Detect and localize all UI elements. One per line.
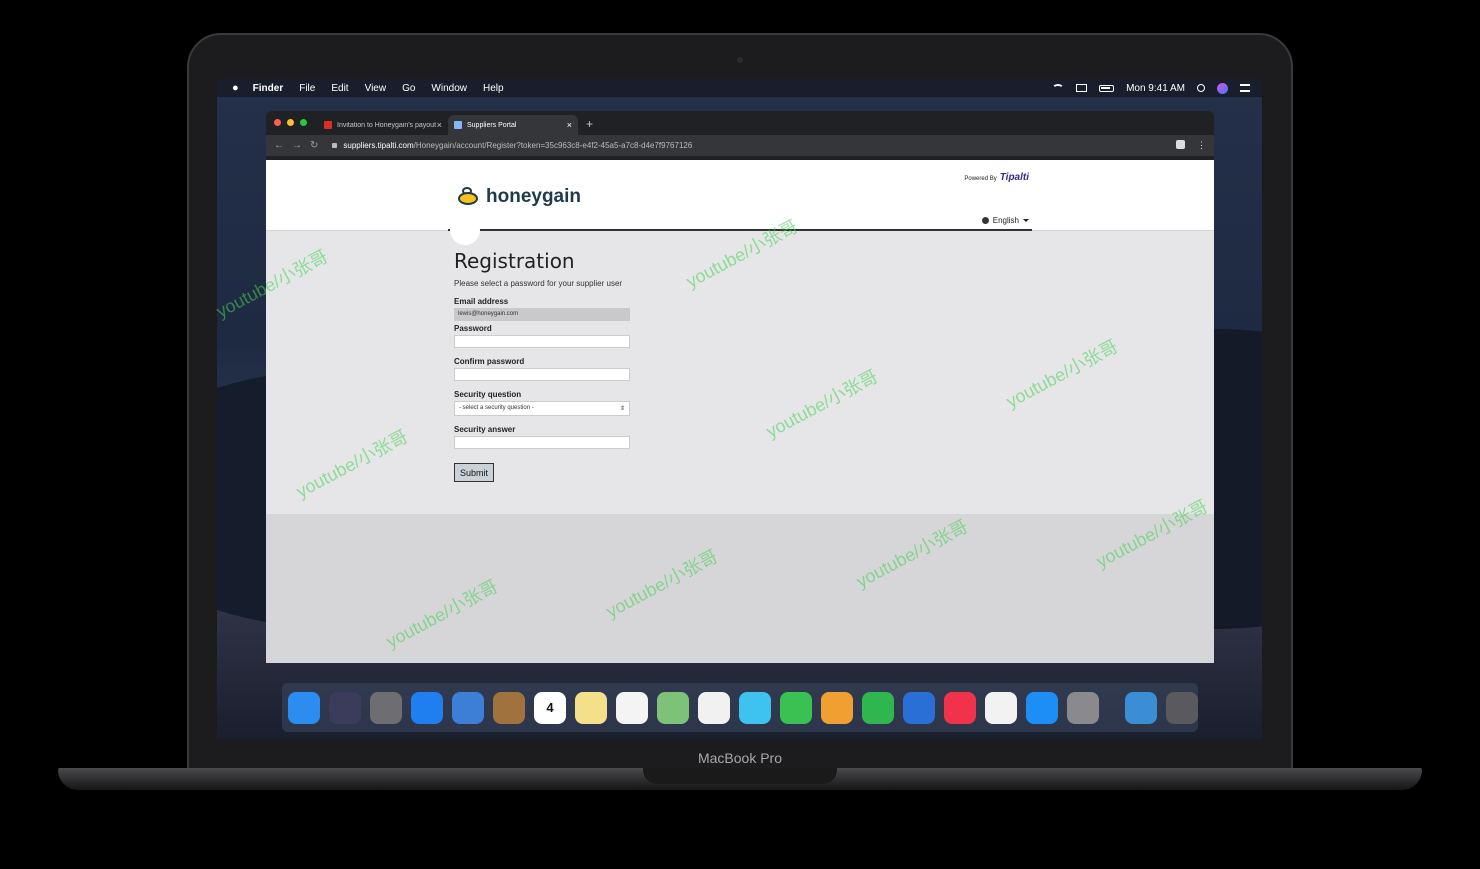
tab-title: Suppliers Portal <box>467 121 517 129</box>
back-icon[interactable]: ← <box>274 140 284 151</box>
reminders-icon[interactable] <box>616 691 648 724</box>
battery-icon[interactable] <box>1099 84 1115 92</box>
security-question-select[interactable]: - select a security question - ⇕ <box>454 401 630 416</box>
language-label: English <box>992 216 1019 225</box>
finder-icon[interactable] <box>288 691 320 724</box>
maps-icon[interactable] <box>657 691 689 724</box>
safari-icon[interactable] <box>411 691 443 724</box>
tab-close-icon[interactable]: × <box>437 120 442 130</box>
tab-invitation[interactable]: Invitation to Honeygain's payout × <box>318 115 448 135</box>
caret-down-icon <box>1023 219 1029 222</box>
password-label: Password <box>454 324 492 333</box>
device-brand-label: MacBook Pro <box>697 750 783 766</box>
zoom-window-icon[interactable] <box>300 119 307 126</box>
submit-button[interactable]: Submit <box>454 463 494 482</box>
confirm-password-label: Confirm password <box>454 357 525 366</box>
security-question-label: Security question <box>454 390 522 399</box>
gmail-icon <box>324 121 332 129</box>
tipalti-logo: Tipalti <box>999 172 1029 183</box>
url-host: suppliers.tipalti.com <box>343 141 414 150</box>
menu-go[interactable]: Go <box>402 83 415 94</box>
music-icon[interactable] <box>985 691 1017 724</box>
siri-icon[interactable] <box>329 691 361 724</box>
numbers-icon[interactable] <box>862 691 894 724</box>
page-header: honeygain Powered By Tipalti English <box>266 160 1214 231</box>
url-path: /Honeygain/account/Register?token=35c963… <box>413 141 693 150</box>
news-icon[interactable] <box>944 691 976 724</box>
registration-panel: Registration Please select a password fo… <box>266 225 1214 514</box>
mail-icon[interactable] <box>452 691 484 724</box>
messages-icon[interactable] <box>739 691 771 724</box>
confirm-password-field[interactable] <box>454 368 630 381</box>
globe-icon <box>981 217 989 224</box>
tab-bar: Invitation to Honeygain's payout × Suppl… <box>266 111 1214 135</box>
notes-icon[interactable] <box>575 691 607 724</box>
contacts-icon[interactable] <box>493 691 525 724</box>
close-window-icon[interactable] <box>274 119 281 126</box>
reload-icon[interactable]: ↻ <box>310 140 318 151</box>
calendar-icon[interactable]: 4 <box>534 691 566 724</box>
facetime-icon[interactable] <box>780 691 812 724</box>
logo-text: honeygain <box>486 186 582 207</box>
email-field: lewis@honeygain.com <box>454 308 630 321</box>
page-title: Registration <box>454 249 575 273</box>
url-field[interactable]: suppliers.tipalti.com/Honeygain/account/… <box>332 141 692 150</box>
page-subtitle: Please select a password for your suppli… <box>454 279 623 288</box>
menu-help[interactable]: Help <box>483 83 504 94</box>
pages-icon[interactable] <box>821 691 853 724</box>
address-bar: ← → ↻ suppliers.tipalti.com/Honeygain/ac… <box>266 135 1214 156</box>
dock: 4 <box>282 683 1198 732</box>
language-selector[interactable]: English <box>981 216 1029 225</box>
trash-icon[interactable] <box>1166 691 1198 724</box>
browser-window: Invitation to Honeygain's payout × Suppl… <box>266 111 1214 663</box>
forward-icon[interactable]: → <box>292 140 302 151</box>
screen: ● Finder File Edit View Go Window Help M… <box>217 79 1262 739</box>
menu-edit[interactable]: Edit <box>331 83 348 94</box>
spotlight-icon[interactable] <box>1197 84 1205 92</box>
password-field[interactable] <box>454 335 630 348</box>
tab-title: Invitation to Honeygain's payout <box>337 121 437 129</box>
menu-view[interactable]: View <box>365 83 387 94</box>
app-store-icon[interactable] <box>1026 691 1058 724</box>
wifi-icon[interactable] <box>1052 83 1065 93</box>
tab-close-icon[interactable]: × <box>567 120 572 130</box>
registration-form: Registration Please select a password fo… <box>454 249 630 482</box>
photos-icon[interactable] <box>698 691 730 724</box>
calendar-day: 4 <box>546 700 554 715</box>
email-label: Email address <box>454 297 509 306</box>
powered-by: Powered By Tipalti <box>964 172 1029 183</box>
select-arrows-icon: ⇕ <box>619 406 625 412</box>
menu-finder[interactable]: Finder <box>253 83 284 94</box>
laptop-notch <box>643 768 837 784</box>
menu-window[interactable]: Window <box>431 83 467 94</box>
system-preferences-icon[interactable] <box>1067 691 1099 724</box>
tab-suppliers-portal[interactable]: Suppliers Portal × <box>448 115 578 135</box>
security-question-value: - select a security question - <box>459 405 534 411</box>
powered-by-label: Powered By <box>964 176 997 182</box>
downloads-folder-icon[interactable] <box>1125 691 1157 724</box>
new-tab-button[interactable]: + <box>586 117 593 131</box>
menu-file[interactable]: File <box>299 83 315 94</box>
clock[interactable]: Mon 9:41 AM <box>1126 83 1185 94</box>
honeygain-logo[interactable]: honeygain <box>454 186 581 208</box>
web-page: honeygain Powered By Tipalti English Reg… <box>266 160 1214 663</box>
apple-menu-icon[interactable]: ● <box>232 82 239 94</box>
page-icon <box>454 121 462 129</box>
security-answer-field[interactable] <box>454 436 630 449</box>
camera <box>737 57 743 63</box>
security-answer-label: Security answer <box>454 425 516 434</box>
siri-icon[interactable] <box>1217 82 1228 94</box>
minimize-window-icon[interactable] <box>287 119 294 126</box>
more-menu-icon[interactable]: ⋮ <box>1197 140 1206 151</box>
bee-icon <box>454 187 480 207</box>
decorative-circle <box>450 225 480 245</box>
profile-icon[interactable] <box>1176 140 1185 149</box>
airplay-icon[interactable] <box>1076 84 1088 92</box>
keynote-icon[interactable] <box>903 691 935 724</box>
menu-bar: ● Finder File Edit View Go Window Help M… <box>217 79 1262 97</box>
launchpad-icon[interactable] <box>370 691 402 724</box>
notification-center-icon[interactable] <box>1240 84 1250 92</box>
lock-icon <box>332 143 338 148</box>
